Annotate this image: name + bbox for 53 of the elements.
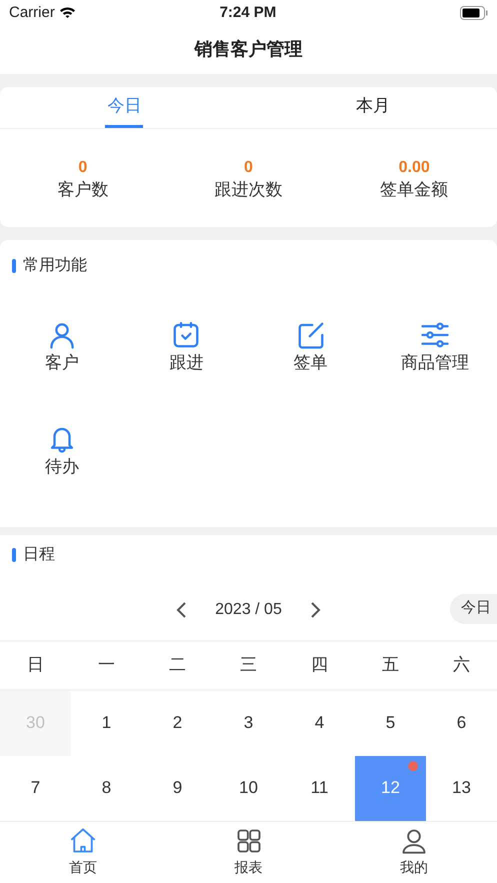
function-item[interactable]: 待办: [0, 424, 124, 478]
tab-bar-item[interactable]: 首页: [0, 822, 166, 883]
weekday-label: 日: [26, 654, 45, 676]
function-item[interactable]: 跟进: [124, 320, 248, 374]
tab-bar-item[interactable]: 报表: [166, 822, 332, 883]
function-item[interactable]: 商品管理: [372, 320, 497, 374]
stat-label: 签单金额: [380, 178, 448, 201]
chevron-left-icon: [175, 600, 188, 619]
battery-icon: [460, 6, 488, 20]
calendar-check-icon: [171, 320, 202, 350]
clock-text: 7:24 PM: [220, 2, 276, 23]
calendar-day[interactable]: 5: [355, 690, 426, 756]
stat-value: 0.00: [398, 158, 430, 178]
calendar-day[interactable]: 3: [213, 690, 284, 756]
stat-label: 客户数: [57, 178, 108, 201]
weekday-label: 一: [97, 654, 116, 676]
wifi-icon: [58, 6, 76, 20]
chevron-right-icon: [310, 600, 322, 619]
calendar-day[interactable]: 9: [142, 756, 213, 821]
edit-icon: [296, 320, 326, 350]
weekday-label: 四: [310, 654, 329, 676]
weekday-label: 五: [381, 654, 400, 676]
calendar-day[interactable]: 4: [284, 690, 355, 756]
previous-month-button[interactable]: [175, 600, 188, 619]
tab-bar-item[interactable]: 我的: [331, 822, 497, 883]
section-title: 常用功能: [23, 256, 87, 276]
calendar-day[interactable]: 1: [71, 690, 142, 756]
calendar-day[interactable]: 11: [284, 756, 355, 821]
today-button[interactable]: 今日: [450, 594, 497, 624]
stat-label: 跟进次数: [214, 178, 282, 201]
section-title: 日程: [23, 544, 55, 565]
stat-value: 0: [78, 158, 88, 178]
calendar-day[interactable]: 7: [0, 756, 71, 821]
function-item[interactable]: 客户: [0, 320, 124, 374]
calendar-day[interactable]: 2: [142, 690, 213, 756]
stat-value: 0: [244, 158, 253, 178]
period-tab[interactable]: 今日: [105, 87, 144, 128]
weekday-label: 三: [239, 654, 258, 676]
section-marker: [12, 548, 16, 562]
page-title: 销售客户管理: [194, 38, 302, 62]
calendar-day[interactable]: 13: [426, 756, 497, 821]
period-tab[interactable]: 本月: [354, 87, 392, 128]
calendar-day[interactable]: 10: [213, 756, 284, 821]
sliders-icon: [420, 320, 450, 350]
weekday-label: 六: [452, 654, 471, 676]
next-month-button[interactable]: [310, 600, 322, 619]
month-label: 2023 / 05: [215, 600, 282, 620]
calendar-day[interactable]: 8: [71, 756, 142, 821]
section-marker: [12, 258, 16, 273]
function-item[interactable]: 签单: [248, 320, 373, 374]
calendar-day[interactable]: 6: [426, 690, 497, 756]
weekday-label: 二: [168, 654, 187, 676]
carrier-text: Carrier: [9, 2, 55, 23]
